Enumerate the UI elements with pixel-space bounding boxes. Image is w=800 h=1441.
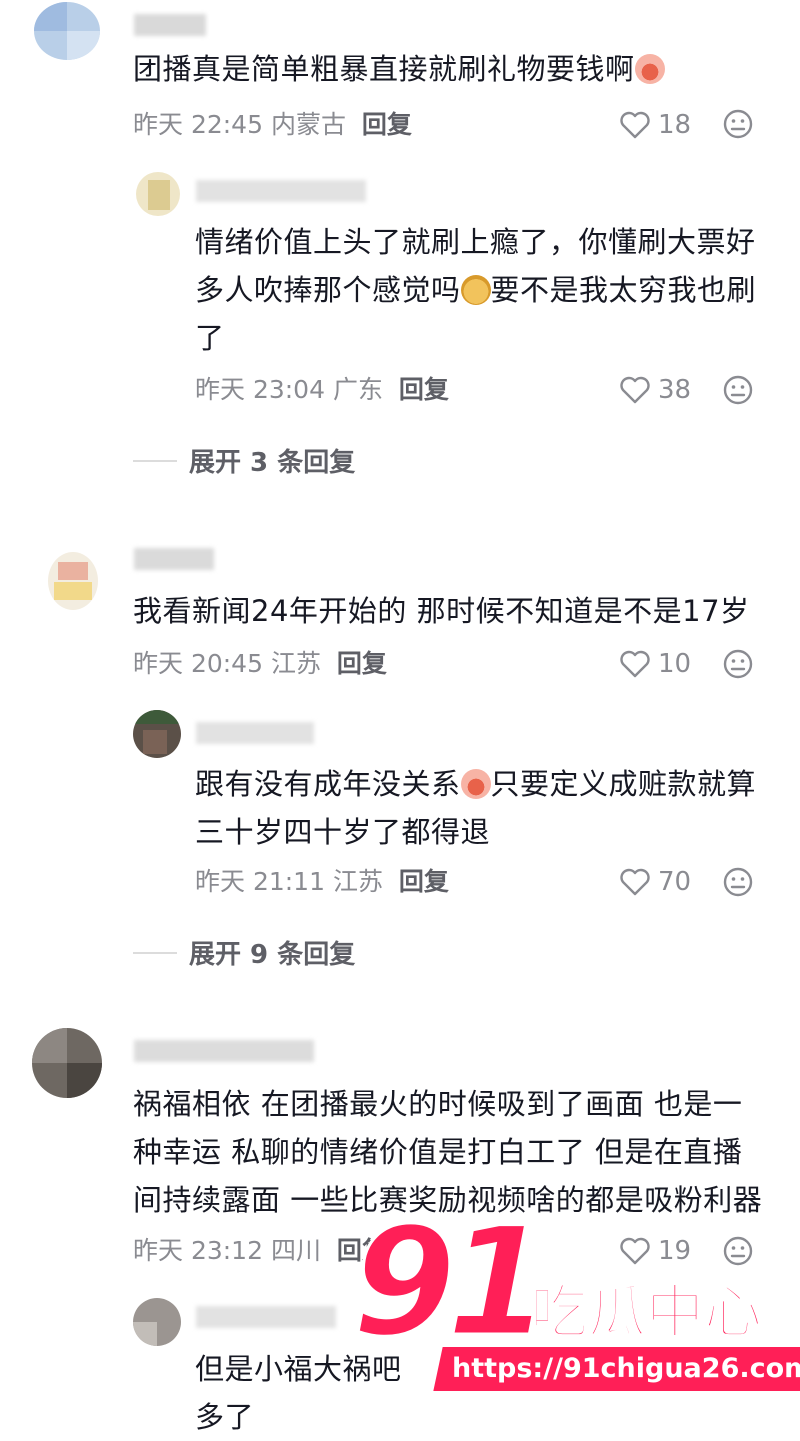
- like-button[interactable]: 19: [620, 1235, 691, 1267]
- reply-meta: 昨天 21:11 江苏 回复: [195, 866, 449, 898]
- heart-icon: [620, 376, 650, 404]
- username[interactable]: [134, 548, 214, 570]
- like-count: 70: [658, 867, 692, 897]
- reply-button[interactable]: 回复: [399, 867, 449, 896]
- like-count: 10: [658, 649, 692, 679]
- heart-icon: [620, 868, 650, 896]
- meh-face-icon: [723, 649, 753, 679]
- reply-meta: 昨天 23:04 广东 回复: [195, 374, 449, 406]
- username[interactable]: [196, 1306, 336, 1328]
- crying-emoji-icon: [460, 769, 491, 799]
- like-button[interactable]: 70: [620, 866, 691, 898]
- comment-text: 团播真是简单粗暴直接就刷礼物要钱啊: [133, 45, 665, 93]
- watermark-brand: 吃瓜中心: [529, 1278, 763, 1346]
- expand-replies-button[interactable]: 展开 3 条回复: [133, 442, 355, 479]
- meh-face-icon: [723, 375, 753, 405]
- divider: [133, 459, 177, 462]
- avatar[interactable]: [136, 172, 180, 216]
- location: 江苏: [270, 649, 321, 678]
- comment-text: 我看新闻24年开始的 那时候不知道是不是17岁: [133, 594, 750, 628]
- meh-face-icon: [723, 1236, 753, 1266]
- dog-emoji-icon: [460, 275, 491, 305]
- timestamp: 昨天 21:11: [195, 867, 325, 896]
- avatar[interactable]: [34, 2, 100, 60]
- username[interactable]: [134, 1040, 314, 1062]
- heart-icon: [620, 1237, 650, 1265]
- crying-emoji-icon: [634, 54, 665, 84]
- watermark-url: https://91chigua26.com: [433, 1347, 800, 1391]
- watermark-number: 91: [351, 1196, 553, 1370]
- reply-button[interactable]: 回复: [362, 110, 412, 139]
- avatar[interactable]: [133, 1298, 181, 1346]
- username[interactable]: [196, 180, 366, 202]
- reply-text: 情绪价值上头了就刷上瘾了，你懂刷大票好 多人吹捧那个感觉吗 要不是我太穷我也刷 了: [195, 225, 757, 355]
- location: 内蒙古: [270, 110, 346, 139]
- username[interactable]: [196, 722, 314, 744]
- location: 四川: [270, 1236, 321, 1265]
- avatar[interactable]: [133, 710, 181, 758]
- expand-replies-button[interactable]: 展开 9 条回复: [133, 934, 355, 971]
- reply-text: 跟有没有成年没关系 只要定义成赃款就算 三十岁四十岁了都得退: [195, 767, 757, 849]
- comment-meta: 昨天 20:45 江苏 回复: [133, 648, 387, 680]
- expand-label: 展开 3 条回复: [189, 448, 356, 478]
- heart-icon: [620, 111, 650, 139]
- dislike-button[interactable]: [722, 648, 754, 684]
- timestamp: 昨天 20:45: [133, 649, 263, 678]
- dislike-button[interactable]: [722, 108, 754, 144]
- location: 江苏: [332, 867, 383, 896]
- like-count: 38: [658, 375, 692, 405]
- like-count: 18: [658, 110, 692, 140]
- avatar[interactable]: [48, 552, 98, 610]
- location: 广东: [332, 375, 383, 404]
- timestamp: 昨天 22:45: [133, 110, 263, 139]
- reply-button[interactable]: 回复: [337, 649, 387, 678]
- divider: [133, 951, 177, 954]
- timestamp: 昨天 23:04: [195, 375, 325, 404]
- expand-label: 展开 9 条回复: [189, 940, 356, 970]
- like-button[interactable]: 38: [620, 374, 691, 406]
- like-button[interactable]: 10: [620, 648, 691, 680]
- dislike-button[interactable]: [722, 866, 754, 902]
- dislike-button[interactable]: [722, 1235, 754, 1271]
- meh-face-icon: [723, 867, 753, 897]
- avatar[interactable]: [32, 1028, 102, 1098]
- meh-face-icon: [723, 109, 753, 139]
- like-count: 19: [658, 1236, 692, 1266]
- heart-icon: [620, 650, 650, 678]
- dislike-button[interactable]: [722, 374, 754, 410]
- timestamp: 昨天 23:12: [133, 1236, 263, 1265]
- reply-button[interactable]: 回复: [399, 375, 449, 404]
- comment-meta: 昨天 23:12 四川 回复: [133, 1235, 387, 1267]
- username[interactable]: [134, 14, 206, 36]
- comment-meta: 昨天 22:45 内蒙古 回复: [133, 109, 412, 141]
- like-button[interactable]: 18: [620, 109, 691, 141]
